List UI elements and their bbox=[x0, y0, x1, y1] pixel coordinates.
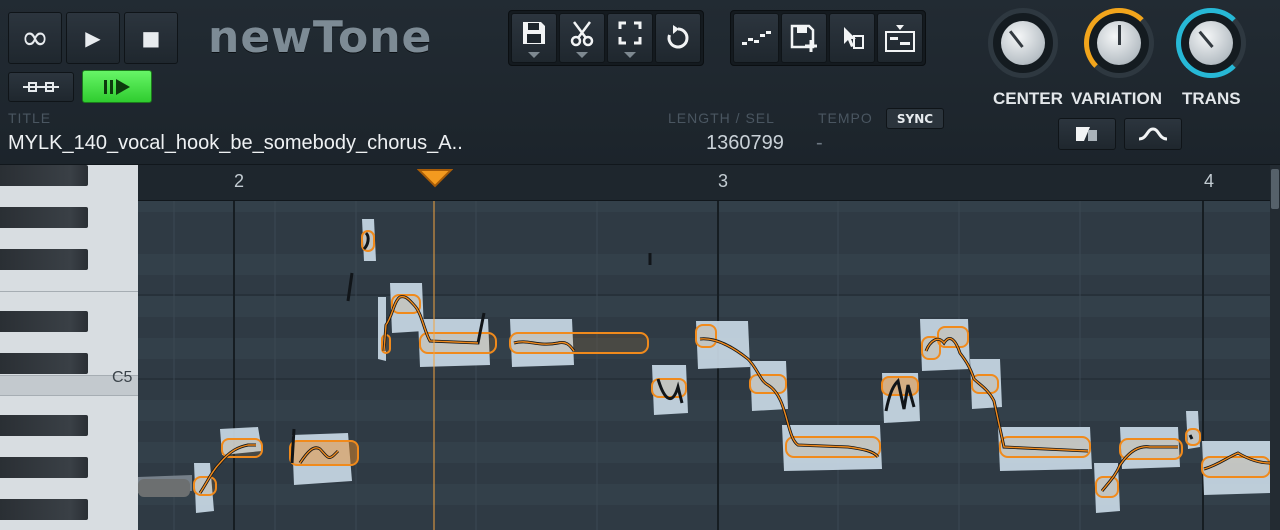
select-dropdown-caret[interactable] bbox=[624, 52, 636, 58]
variation-knob-indicator bbox=[1118, 25, 1121, 45]
piano-keyboard[interactable]: C5 bbox=[0, 165, 138, 530]
center-label: CENTER bbox=[993, 89, 1063, 108]
note-canvas[interactable] bbox=[138, 201, 1270, 530]
timeline-ruler[interactable]: 2 3 4 bbox=[138, 165, 1270, 201]
title-label: TITLE bbox=[8, 110, 52, 126]
export-midi-button[interactable] bbox=[877, 13, 923, 63]
snap-toggle-button[interactable] bbox=[82, 70, 152, 103]
play-icon: ▶ bbox=[85, 26, 101, 50]
app-logo: newTone bbox=[208, 12, 433, 63]
cursor-export-icon bbox=[844, 27, 864, 49]
save-icon bbox=[523, 22, 545, 44]
black-key[interactable] bbox=[0, 207, 88, 228]
curve-icon bbox=[1138, 127, 1168, 141]
quantize-button[interactable] bbox=[733, 13, 779, 63]
scrollbar-thumb[interactable] bbox=[1271, 169, 1279, 209]
length-value: 1360799 bbox=[706, 132, 784, 154]
control-panel: ∞ ▶ ■ newTone TITLE MYLK_140_vocal_hook_… bbox=[0, 0, 1280, 165]
variation-knob[interactable] bbox=[1084, 8, 1154, 78]
center-mode-button[interactable] bbox=[1058, 118, 1116, 150]
black-key[interactable] bbox=[0, 353, 88, 374]
edit-tool-group bbox=[508, 10, 704, 66]
stop-button[interactable]: ■ bbox=[124, 12, 178, 64]
sync-label: SYNC bbox=[896, 111, 934, 126]
scissors-icon bbox=[570, 21, 594, 47]
length-label: LENGTH / SEL bbox=[668, 110, 775, 126]
midi-export-icon bbox=[885, 25, 915, 52]
black-key[interactable] bbox=[0, 415, 88, 436]
trans-knob[interactable] bbox=[1176, 8, 1246, 78]
sync-button[interactable]: SYNC bbox=[886, 108, 944, 129]
play-pause-icon bbox=[104, 78, 130, 95]
save-button[interactable] bbox=[511, 13, 557, 63]
reset-button[interactable] bbox=[655, 13, 701, 63]
save-plus-icon bbox=[790, 24, 817, 52]
bar-number: 2 bbox=[234, 171, 245, 191]
black-key[interactable] bbox=[0, 249, 88, 270]
loop-button[interactable]: ∞ bbox=[8, 12, 62, 64]
cut-dropdown-caret[interactable] bbox=[576, 52, 588, 58]
black-key[interactable] bbox=[0, 499, 88, 520]
trans-label: TRANS bbox=[1182, 89, 1241, 108]
variation-mode-button[interactable] bbox=[1124, 118, 1182, 150]
export-selection-button[interactable] bbox=[829, 13, 875, 63]
tempo-value: - bbox=[816, 132, 823, 154]
black-key[interactable] bbox=[0, 311, 88, 332]
cut-button[interactable] bbox=[559, 13, 605, 63]
note-shape-icon bbox=[1076, 127, 1097, 141]
link-button[interactable] bbox=[8, 72, 74, 102]
black-key[interactable] bbox=[0, 457, 88, 478]
quantize-icon bbox=[742, 31, 771, 45]
bar-number: 4 bbox=[1204, 171, 1215, 191]
save-new-button[interactable] bbox=[781, 13, 827, 63]
black-key[interactable] bbox=[0, 165, 88, 186]
select-button[interactable] bbox=[607, 13, 653, 63]
link-icon bbox=[23, 82, 59, 92]
play-button[interactable]: ▶ bbox=[66, 12, 120, 64]
export-tool-group bbox=[730, 10, 926, 66]
reset-icon bbox=[667, 25, 689, 49]
bar-number: 3 bbox=[718, 171, 729, 191]
loop-icon: ∞ bbox=[20, 18, 50, 58]
center-knob[interactable] bbox=[988, 8, 1058, 78]
stop-icon: ■ bbox=[141, 26, 161, 50]
select-icon bbox=[618, 21, 642, 45]
vertical-scrollbar[interactable] bbox=[1270, 165, 1280, 530]
tempo-label: TEMPO bbox=[818, 110, 873, 126]
playhead-marker-icon[interactable] bbox=[417, 167, 453, 189]
save-dropdown-caret[interactable] bbox=[528, 52, 540, 58]
variation-label: VARIATION bbox=[1071, 89, 1162, 108]
pitch-editor-grid[interactable] bbox=[138, 201, 1270, 530]
c5-label: C5 bbox=[112, 369, 133, 386]
title-value: MYLK_140_vocal_hook_be_somebody_chorus_A… bbox=[8, 132, 463, 154]
octave-divider bbox=[0, 291, 138, 292]
